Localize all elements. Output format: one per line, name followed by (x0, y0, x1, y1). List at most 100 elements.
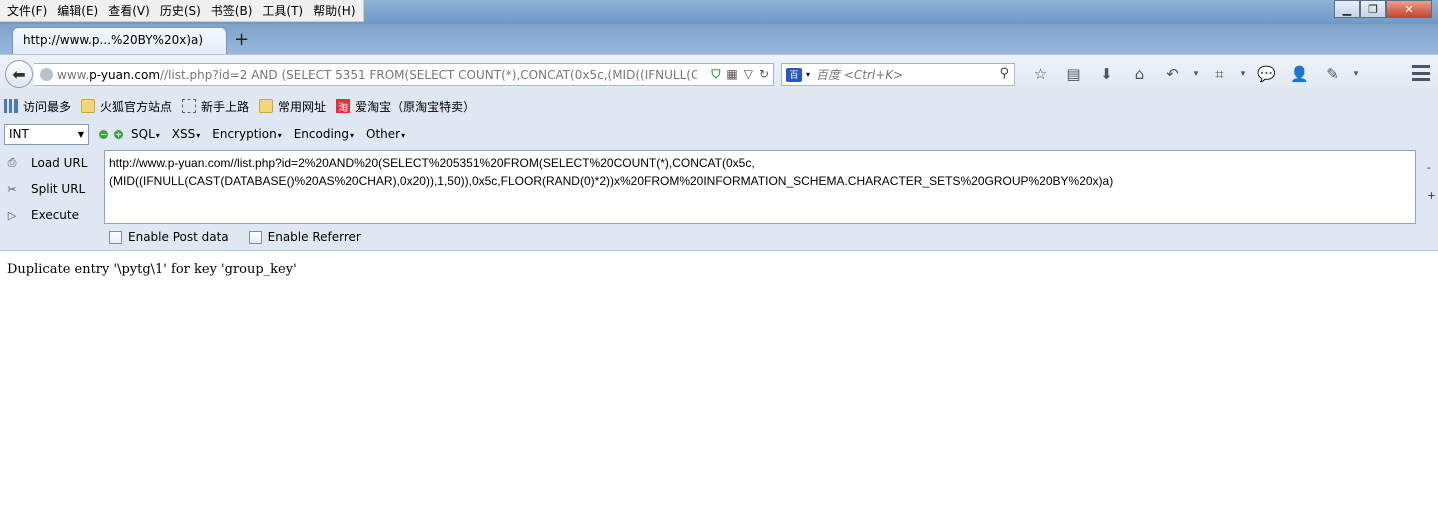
textarea-resize: - + (1427, 154, 1436, 210)
enable-post-label: Enable Post data (128, 230, 229, 244)
bookmark-firefox-site[interactable]: 火狐官方站点 (81, 98, 172, 115)
menu-tools[interactable]: 工具(T) (257, 2, 308, 19)
taobao-icon: 淘 (336, 99, 351, 114)
hackbar-adjust: − + (99, 129, 123, 139)
chevron-down-icon: ▼ (77, 129, 84, 139)
close-button[interactable]: ✕ (1386, 0, 1432, 18)
tab-strip: http://www.p...%20BY%20x)a) + (0, 24, 1438, 54)
back-button[interactable]: ⬅ (5, 60, 33, 88)
engine-caret-icon[interactable]: ▾ (806, 70, 810, 79)
load-url-label: Load URL (31, 156, 88, 170)
execute-label: Execute (31, 208, 79, 222)
menu-bookmarks[interactable]: 书签(B) (206, 2, 258, 19)
hamburger-menu-icon[interactable] (1412, 65, 1430, 81)
globe-icon (40, 68, 53, 81)
bookmark-most-visited[interactable]: 访问最多 (4, 98, 71, 115)
search-input[interactable]: 百度 <Ctrl+K> (816, 66, 903, 83)
nav-bar: ⬅ www.p-yuan.com//list.php?id=2 AND (SEL… (0, 54, 1438, 92)
url-icons: ⛉ ▦ ▽ ↻ (711, 67, 769, 82)
home-icon[interactable]: ⌂ (1123, 63, 1156, 85)
shield-icon[interactable]: ⛉ (711, 67, 720, 82)
enable-referrer-checkbox[interactable]: Enable Referrer (248, 230, 361, 244)
maximize-button[interactable]: ❐ (1360, 0, 1386, 18)
split-url-button[interactable]: ✂ Split URL (0, 176, 100, 202)
split-url-label: Split URL (31, 182, 86, 196)
execute-button[interactable]: ▷ Execute (0, 202, 100, 228)
error-message: Duplicate entry '\pytg\1' for key 'group… (7, 262, 297, 277)
undo-dropdown-icon[interactable]: ▾ (1189, 63, 1203, 85)
bookmark-taobao[interactable]: 淘爱淘宝（原淘宝特卖） (336, 98, 475, 115)
back-arrow-icon: ⬅ (12, 64, 26, 84)
menu-xss[interactable]: XSS (172, 127, 200, 141)
tab-title: http://www.p...%20BY%20x)a) (23, 33, 204, 47)
shrink-button[interactable]: - (1427, 154, 1436, 182)
menu-encryption[interactable]: Encryption (212, 127, 281, 141)
menu-edit[interactable]: 编辑(E) (52, 2, 103, 19)
star-icon[interactable]: ☆ (1024, 63, 1057, 85)
scissors-icon: ✂ (7, 182, 17, 196)
url-path: //list.php?id=2 AND (SELECT 5351 FROM(SE… (160, 67, 697, 82)
menu-history[interactable]: 历史(S) (155, 2, 206, 19)
addon-dropdown-icon[interactable]: ▾ (1349, 63, 1363, 85)
load-url-button[interactable]: ⎙ Load URL (0, 150, 100, 176)
search-bar[interactable]: 百 ▾ 百度 <Ctrl+K> ⚲ (781, 63, 1015, 86)
menu-other[interactable]: Other (366, 127, 405, 141)
type-select[interactable]: INT ▼ (4, 123, 89, 145)
new-tab-icon[interactable]: + (234, 29, 249, 50)
url-bar[interactable]: www.p-yuan.com//list.php?id=2 AND (SELEC… (34, 63, 774, 86)
reload-icon[interactable]: ↻ (759, 67, 769, 82)
dropdown-icon[interactable]: ▽ (744, 67, 753, 82)
minus-icon[interactable]: − (99, 129, 108, 139)
bookmark-label: 爱淘宝（原淘宝特卖） (355, 99, 476, 114)
bookmark-label: 火狐官方站点 (100, 99, 173, 114)
bookmark-label: 新手上路 (201, 99, 250, 114)
tab-active[interactable]: http://www.p...%20BY%20x)a) (12, 27, 227, 54)
checkbox-icon (248, 230, 262, 244)
plus-icon[interactable]: + (114, 129, 123, 139)
bookmark-label: 访问最多 (23, 99, 72, 114)
chat-icon[interactable]: 💬 (1250, 63, 1283, 85)
hackbar-actions: ⎙ Load URL ✂ Split URL ▷ Execute (0, 150, 100, 228)
page-content: Duplicate entry '\pytg\1' for key 'group… (0, 252, 1438, 507)
undo-icon[interactable]: ↶ (1156, 63, 1189, 85)
url-domain: p-yuan.com (89, 67, 161, 82)
crop-icon[interactable]: ⌗ (1203, 63, 1236, 85)
type-select-value: INT (9, 127, 29, 141)
qrcode-icon[interactable]: ▦ (726, 67, 737, 82)
baidu-icon[interactable]: 百 (786, 67, 802, 82)
menu-encoding[interactable]: Encoding (294, 127, 354, 141)
user-icon[interactable]: 👤 (1283, 63, 1316, 85)
bookmarks-bar: 访问最多 火狐官方站点 新手上路 常用网址 淘爱淘宝（原淘宝特卖） (0, 92, 1438, 120)
menu-view[interactable]: 查看(V) (103, 2, 155, 19)
menu-bar: 文件(F) 编辑(E) 查看(V) 历史(S) 书签(B) 工具(T) 帮助(H… (0, 0, 364, 22)
reading-list-icon[interactable]: ▤ (1057, 63, 1090, 85)
grow-button[interactable]: + (1427, 182, 1436, 210)
addon-icon[interactable]: ✎ (1316, 63, 1349, 85)
minimize-button[interactable]: ▁ (1334, 0, 1360, 18)
url-text: www.p-yuan.com//list.php?id=2 AND (SELEC… (57, 68, 697, 82)
dashed-page-icon (182, 99, 197, 113)
enable-post-checkbox[interactable]: Enable Post data (109, 230, 229, 244)
download-icon[interactable]: ⬇ (1090, 63, 1123, 85)
menu-file[interactable]: 文件(F) (2, 2, 52, 19)
folder-icon (259, 99, 274, 113)
menu-sql[interactable]: SQL (131, 127, 160, 141)
url-textarea[interactable]: http://www.p-yuan.com//list.php?id=2%20A… (104, 150, 1416, 224)
bookmark-label: 常用网址 (278, 99, 327, 114)
bookmark-getting-started[interactable]: 新手上路 (182, 98, 249, 115)
folder-icon (81, 99, 96, 113)
bookmark-common-sites[interactable]: 常用网址 (259, 98, 326, 115)
hackbar-panel: INT ▼ − + SQL XSS Encryption Encoding Ot… (0, 120, 1438, 251)
crop-dropdown-icon[interactable]: ▾ (1236, 63, 1250, 85)
menu-help[interactable]: 帮助(H) (308, 2, 360, 19)
toolbar-icons: ☆ ▤ ⬇ ⌂ ↶ ▾ ⌗ ▾ 💬 👤 ✎ ▾ (1024, 63, 1363, 85)
hackbar-toolbar: INT ▼ − + SQL XSS Encryption Encoding Ot… (0, 122, 417, 146)
enable-referrer-label: Enable Referrer (267, 230, 361, 244)
bars-icon (4, 99, 18, 113)
hackbar-options: Enable Post data Enable Referrer (109, 230, 361, 244)
window-controls: ▁ ❐ ✕ (1334, 0, 1432, 18)
checkbox-icon (109, 230, 122, 244)
search-icon[interactable]: ⚲ (999, 66, 1009, 81)
title-bar: 文件(F) 编辑(E) 查看(V) 历史(S) 书签(B) 工具(T) 帮助(H… (0, 0, 1438, 24)
load-icon: ⎙ (7, 156, 17, 169)
